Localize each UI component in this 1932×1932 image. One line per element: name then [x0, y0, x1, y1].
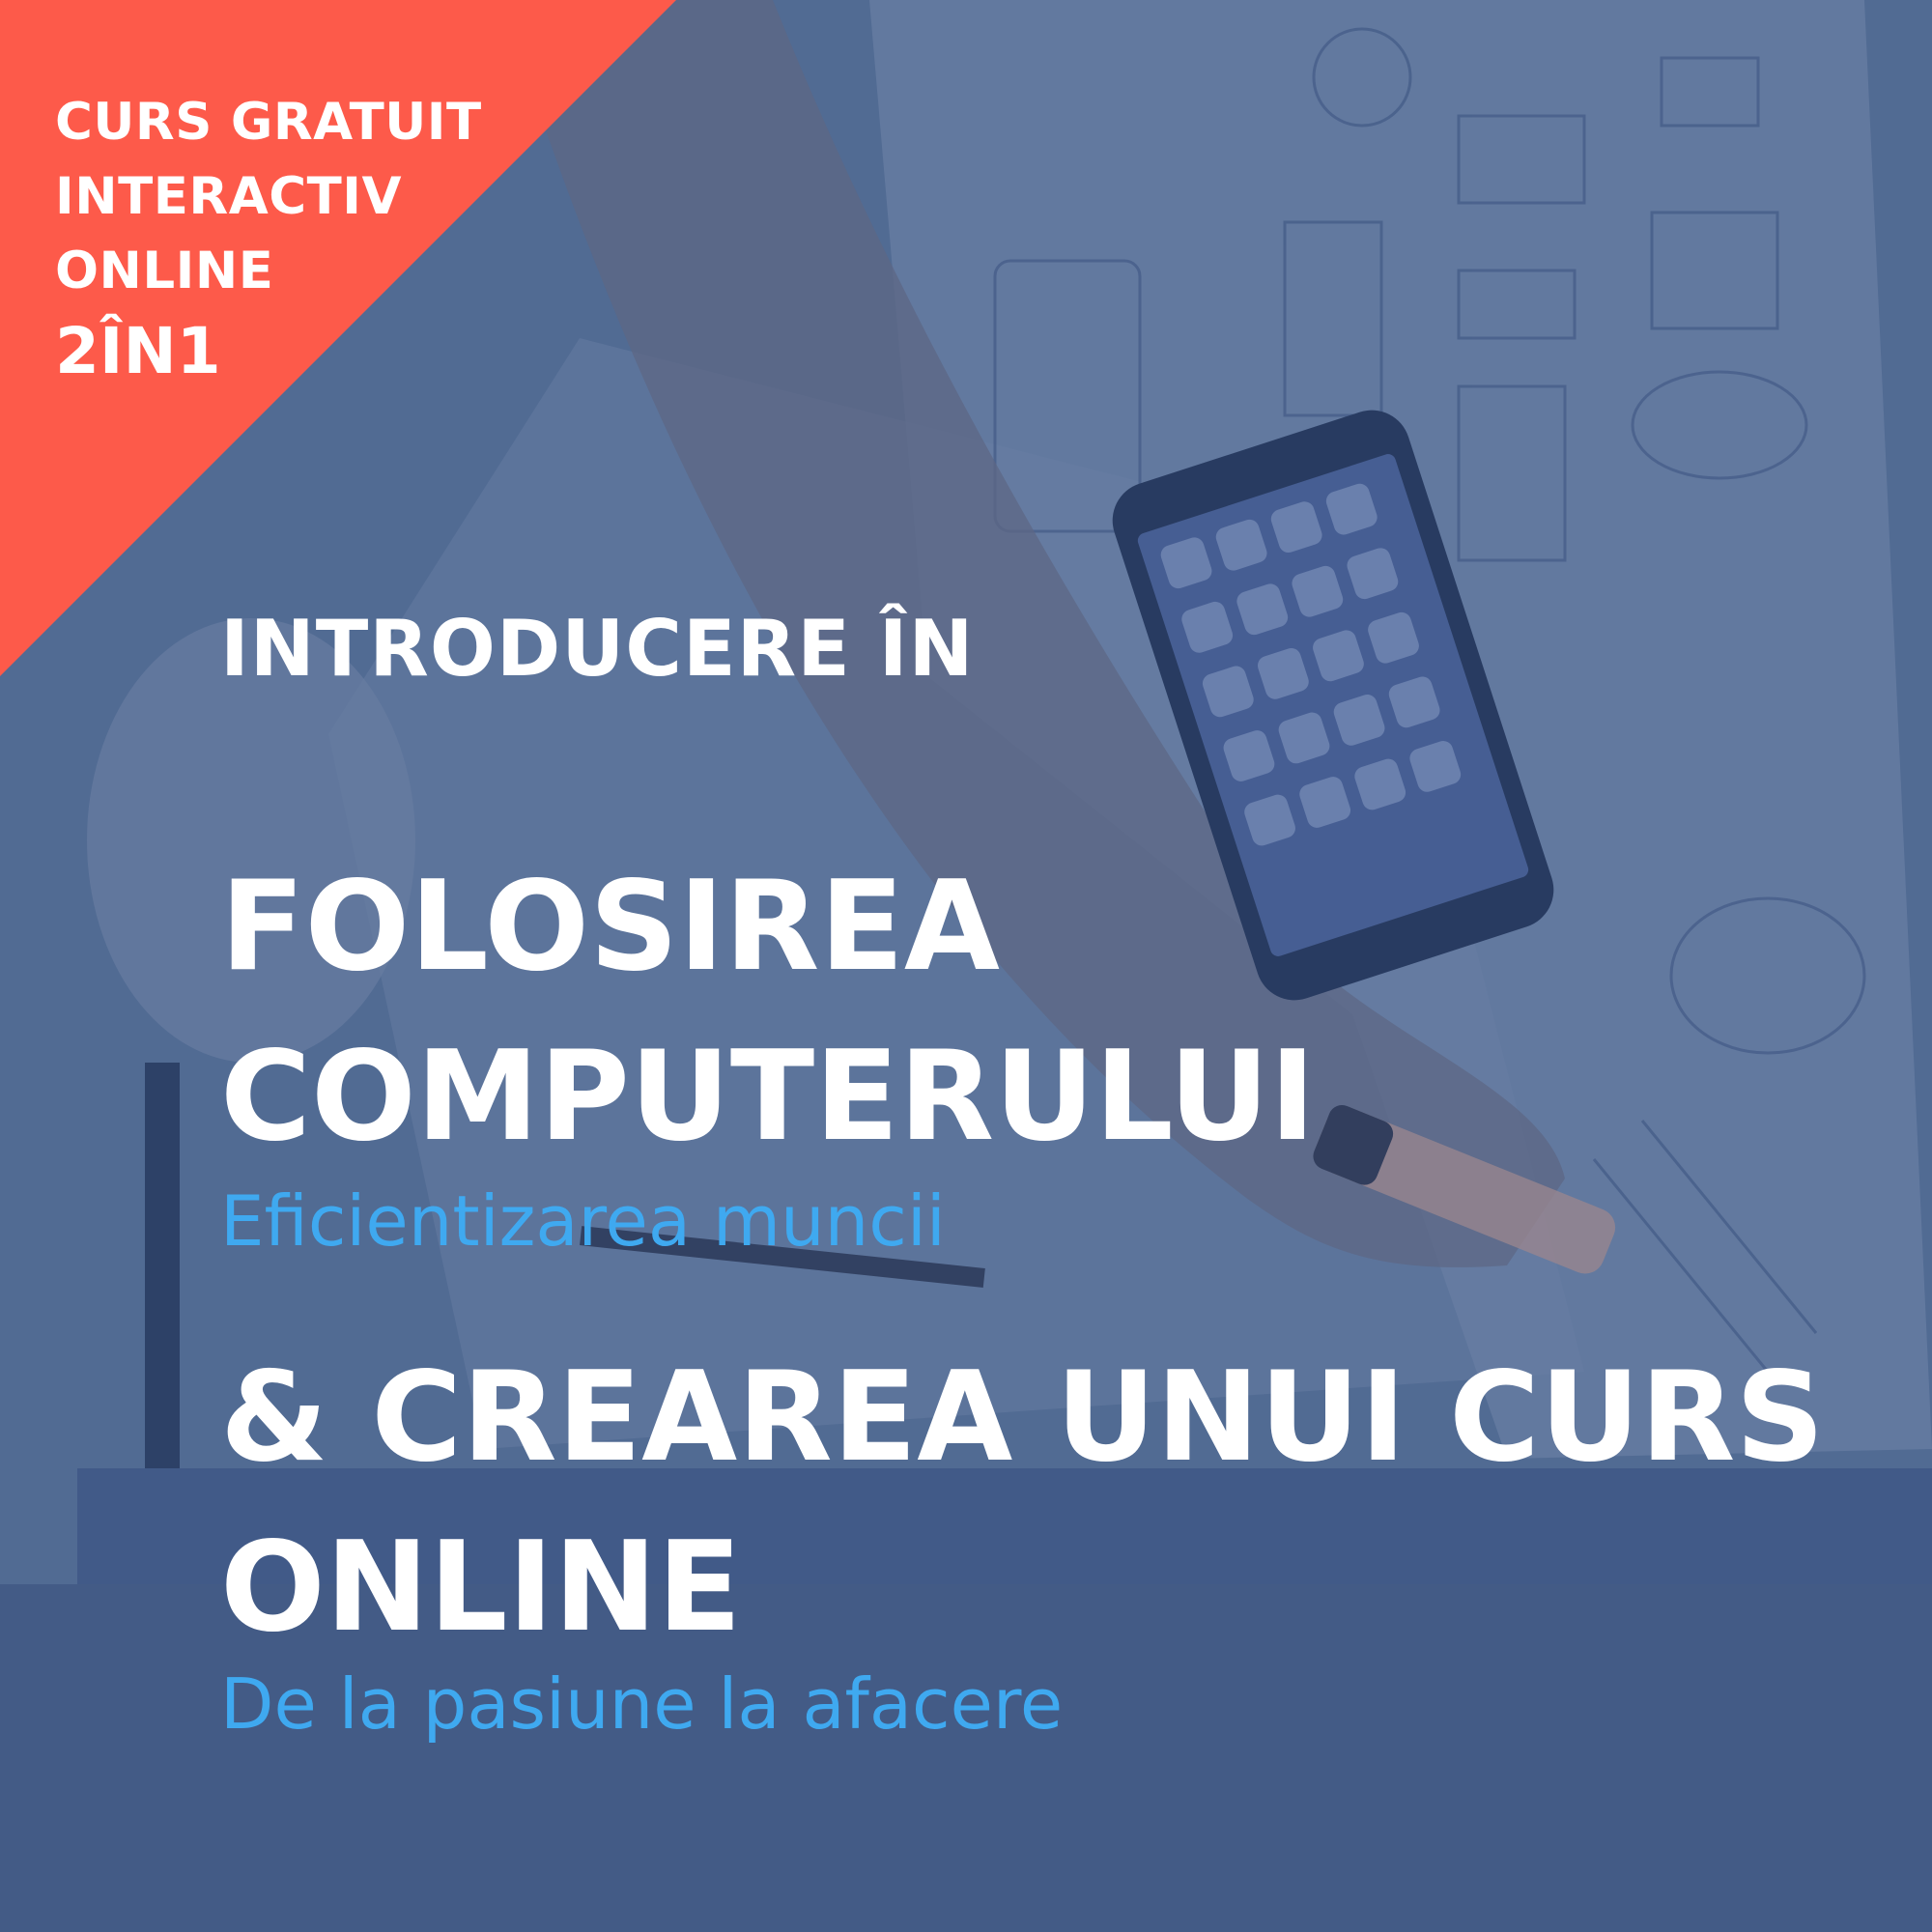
course-title-computer: FOLOSIREA COMPUTERULUI	[220, 842, 1316, 1182]
badge-line-2in1: 2ÎN1	[55, 314, 221, 388]
title-line: ONLINE	[220, 1516, 742, 1660]
badge-line-interactive: INTERACTIV	[55, 167, 403, 226]
title-line: COMPUTERULUI	[220, 1025, 1316, 1169]
badge-line-free-course: CURS GRATUIT	[55, 93, 482, 152]
subtitle-passion-business: De la pasiune la afacere	[220, 1663, 1064, 1745]
course-title-online: & CREAREA UNUI CURS ONLINE	[220, 1333, 1825, 1673]
course-badge: CURS GRATUIT INTERACTIV ONLINE 2ÎN1	[55, 85, 482, 393]
intro-heading: INTRODUCERE ÎN	[220, 604, 975, 694]
subtitle-efficiency: Eficientizarea muncii	[220, 1180, 946, 1262]
title-line: & CREAREA UNUI CURS	[220, 1346, 1825, 1490]
course-poster: CURS GRATUIT INTERACTIV ONLINE 2ÎN1 INTR…	[0, 0, 1932, 1932]
title-line: FOLOSIREA	[220, 855, 1000, 999]
badge-line-online: ONLINE	[55, 242, 274, 300]
